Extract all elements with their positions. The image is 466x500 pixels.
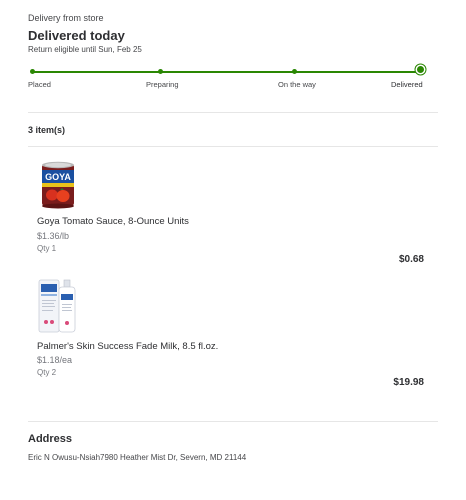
step-dot-placed [30, 69, 35, 74]
delivery-progress-tracker: Placed Preparing On the way Delivered [28, 66, 426, 96]
step-label-placed: Placed [28, 80, 51, 89]
step-dot-on-the-way [292, 69, 297, 74]
product-image-goya-tomato-sauce[interactable]: GOYA [40, 160, 76, 210]
step-label-on-the-way: On the way [278, 80, 316, 89]
product-quantity: Qty 1 [37, 244, 57, 253]
product-image-palmers-fade-milk[interactable] [37, 276, 79, 336]
items-count-heading: 3 item(s) [28, 125, 66, 135]
product-name[interactable]: Goya Tomato Sauce, 8-Ounce Units [37, 216, 189, 227]
order-details-panel: Delivery from store Delivered today Retu… [0, 0, 466, 500]
product-total-price: $0.68 [398, 254, 424, 265]
step-label-preparing: Preparing [146, 80, 179, 89]
divider [28, 421, 438, 422]
product-unit-price: $1.18/ea [37, 355, 73, 365]
delivery-mode-label: Delivery from store [28, 13, 104, 23]
step-label-delivered: Delivered [391, 80, 423, 89]
lotion-bottle-icon [38, 279, 76, 333]
product-unit-price: $1.36/lb [37, 231, 70, 241]
delivery-status-title: Delivered today [28, 28, 125, 43]
step-dot-preparing [158, 69, 163, 74]
product-total-price: $19.98 [393, 377, 424, 388]
step-dot-delivered [417, 66, 424, 73]
tomato-sauce-can-icon: GOYA [42, 161, 74, 209]
product-name[interactable]: Palmer's Skin Success Fade Milk, 8.5 fl.… [37, 341, 218, 352]
divider [28, 112, 438, 113]
product-quantity: Qty 2 [37, 368, 57, 377]
divider [28, 146, 438, 147]
progress-line [32, 71, 422, 73]
address-heading: Address [28, 433, 73, 445]
svg-text:GOYA: GOYA [45, 172, 71, 182]
return-eligibility-note: Return eligible until Sun, Feb 25 [28, 45, 142, 54]
shipping-address: Eric N Owusu-Nsiah7980 Heather Mist Dr, … [28, 453, 247, 462]
